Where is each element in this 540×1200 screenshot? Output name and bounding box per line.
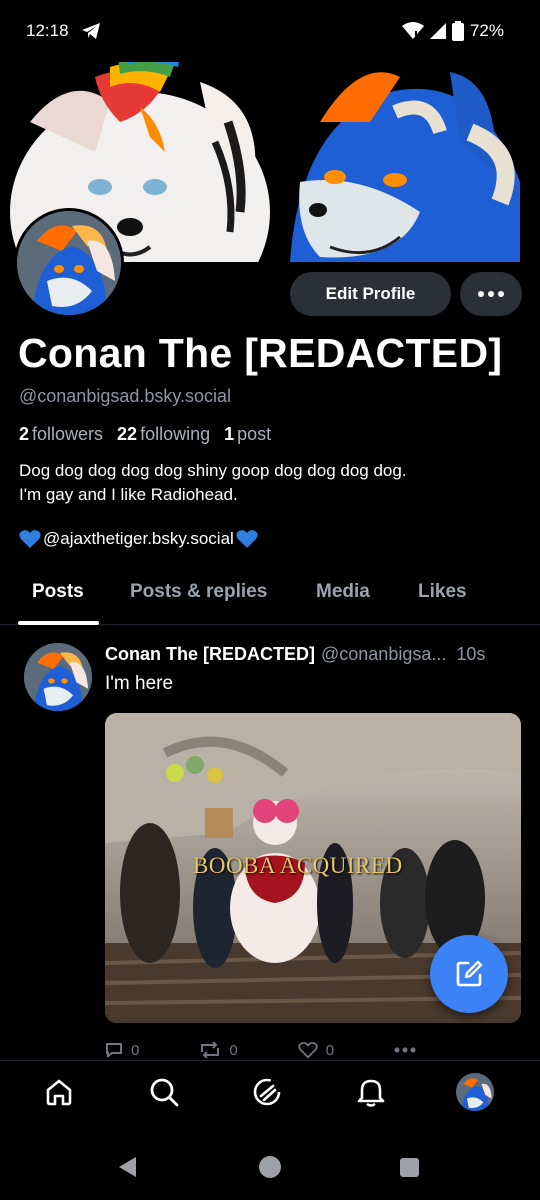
followers-label: followers (32, 424, 104, 444)
profile-avatar[interactable] (14, 208, 124, 318)
profile-stats: 2 followers 22 following 1 post (19, 424, 271, 445)
more-dot-icon (478, 291, 484, 297)
home-button-icon[interactable] (259, 1156, 281, 1178)
bio-line: Dog dog dog dog dog shiny goop dog dog d… (19, 461, 407, 480)
bell-icon (357, 1079, 385, 1107)
following-stat[interactable]: 22 following (117, 424, 210, 445)
tab-media[interactable]: Media (316, 581, 370, 603)
mention-link[interactable]: @ajaxthetiger.bsky.social (43, 529, 234, 549)
tab-posts-replies[interactable]: Posts & replies (130, 581, 267, 603)
battery-percent: 72% (469, 21, 504, 40)
reply-button[interactable]: 0 (105, 1040, 139, 1060)
posts-count: 1 (224, 424, 235, 444)
posts-stat: 1 post (224, 424, 271, 445)
profile-bio: Dog dog dog dog dog shiny goop dog dog d… (19, 459, 519, 507)
profile-handle: @conanbigsad.bsky.social (19, 386, 232, 406)
nav-search[interactable] (145, 1073, 183, 1111)
back-icon[interactable] (119, 1157, 136, 1177)
repost-count: 0 (229, 1041, 238, 1059)
battery-icon (451, 21, 464, 41)
compose-button[interactable] (430, 935, 508, 1013)
more-dot-icon (498, 291, 504, 297)
more-dot-icon (488, 291, 494, 297)
post-more-button[interactable] (394, 1040, 416, 1060)
blue-heart-icon (236, 530, 258, 548)
like-count: 0 (325, 1041, 335, 1059)
repost-icon (201, 1042, 220, 1058)
following-label: following (140, 424, 211, 444)
posts-label: post (237, 424, 272, 444)
edit-profile-button[interactable]: Edit Profile (290, 272, 451, 316)
avatar-image (456, 1073, 494, 1111)
blue-heart-icon (19, 530, 41, 548)
reply-count: 0 (131, 1041, 140, 1059)
post-actions: 0 0 0 (105, 1040, 465, 1060)
active-tab-indicator (18, 621, 99, 625)
more-icon (394, 1047, 416, 1053)
bottom-navigation (0, 1060, 540, 1122)
repost-button[interactable]: 0 (199, 1040, 238, 1060)
more-options-button[interactable] (460, 272, 522, 316)
avatar-image (24, 643, 92, 711)
wifi-icon (401, 22, 424, 39)
tab-likes[interactable]: Likes (418, 581, 467, 603)
status-time: 12:18 (26, 21, 69, 40)
nav-profile[interactable] (456, 1073, 494, 1111)
post-author-avatar[interactable] (24, 643, 92, 711)
like-button[interactable]: 0 (298, 1040, 334, 1060)
recents-icon[interactable] (400, 1158, 419, 1177)
heart-icon (298, 1041, 318, 1059)
profile-tabs: Posts Posts & replies Media Likes (0, 567, 540, 625)
following-count: 22 (117, 424, 138, 444)
reply-icon (106, 1043, 122, 1058)
nav-notifications[interactable] (352, 1073, 390, 1111)
post-author-name[interactable]: Conan The [REDACTED] (105, 644, 315, 665)
tab-posts[interactable]: Posts (32, 581, 84, 603)
home-icon (46, 1079, 72, 1106)
image-caption: BOOBA ACQUIRED (193, 853, 403, 878)
nav-profile-avatar (456, 1073, 494, 1111)
display-name: Conan The [REDACTED] (18, 330, 503, 376)
signal-icon (429, 23, 446, 39)
compose-icon (456, 960, 483, 987)
followers-stat[interactable]: 2 followers (19, 424, 103, 445)
avatar-image (17, 211, 121, 315)
bio-line: I'm gay and I like Radiohead. (19, 485, 238, 504)
nav-feeds[interactable] (248, 1073, 286, 1111)
bio-mention: @ajaxthetiger.bsky.social (19, 529, 258, 549)
status-bar: 12:18 72% (0, 0, 540, 62)
post-author-handle[interactable]: @conanbigsa... (321, 644, 446, 665)
followers-count: 2 (19, 424, 30, 444)
nav-home[interactable] (40, 1073, 78, 1111)
post-header: Conan The [REDACTED] @conanbigsa... 10s (105, 644, 525, 665)
feeds-icon (253, 1078, 281, 1106)
search-icon (150, 1078, 179, 1107)
telegram-icon (81, 23, 100, 39)
post-timestamp: 10s (456, 644, 486, 664)
post-text: I'm here (105, 673, 174, 694)
